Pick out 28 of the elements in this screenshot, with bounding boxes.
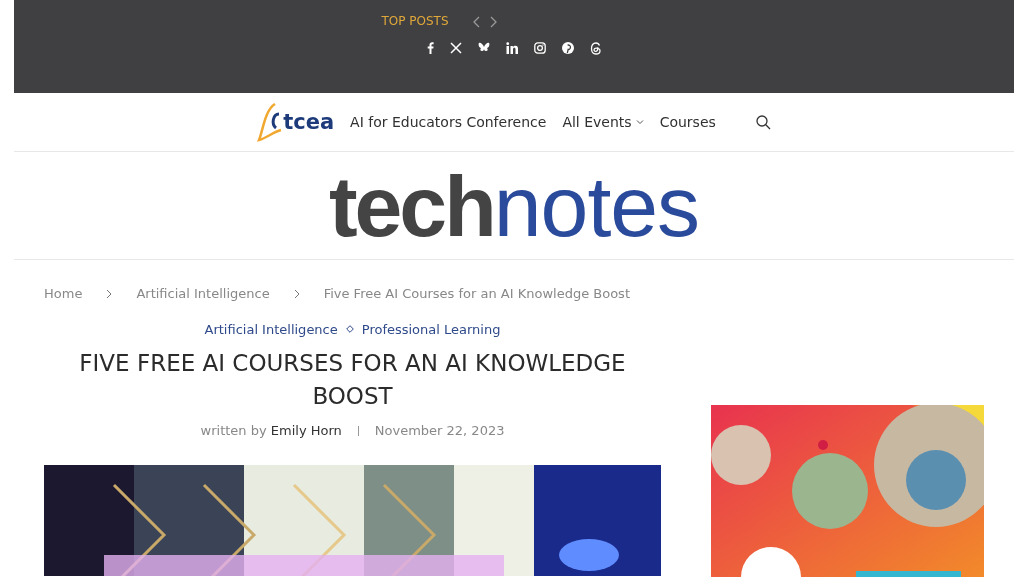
nav-link[interactable]: All Events xyxy=(562,111,644,133)
instagram-icon[interactable] xyxy=(533,42,546,55)
breadcrumb-item: Five Free AI Courses for an AI Knowledge Boost xyxy=(323,285,630,303)
chevron-icon xyxy=(293,288,300,299)
pinterest-icon[interactable] xyxy=(561,42,574,55)
top-posts-label: TOP POSTS xyxy=(381,13,449,30)
separator-line xyxy=(357,425,359,436)
category-link[interactable]: Professional Learning xyxy=(361,319,501,339)
facebook-icon[interactable] xyxy=(426,42,434,55)
chevron-icon xyxy=(106,288,113,299)
threads-icon[interactable] xyxy=(589,42,602,55)
swoosh-icon xyxy=(257,102,284,142)
logo-text: tcea xyxy=(283,111,335,133)
masthead-title-bold: tech xyxy=(328,162,494,249)
logo[interactable]: tcea xyxy=(257,102,335,142)
post-date: November 22, 2023 xyxy=(374,422,505,440)
linkedin-icon[interactable] xyxy=(505,42,518,55)
nav-link[interactable]: Courses xyxy=(659,111,716,133)
breadcrumb-item[interactable]: Home xyxy=(44,284,83,304)
diamond-icon xyxy=(345,325,354,334)
masthead-title-light: notes xyxy=(493,162,700,249)
x-icon[interactable] xyxy=(449,42,462,55)
article-title: FIVE FREE AI COURSES FOR AN AI KNOWLEDGE BOOST xyxy=(78,349,627,411)
author-link[interactable]: Emily Horn xyxy=(270,423,342,438)
breadcrumb-item[interactable]: Artificial Intelligence xyxy=(136,284,270,304)
category-link[interactable]: Artificial Intelligence xyxy=(204,319,338,339)
byline: written by Emily Horn xyxy=(200,422,342,440)
nav-link[interactable]: AI for Educators Conference xyxy=(350,111,547,133)
